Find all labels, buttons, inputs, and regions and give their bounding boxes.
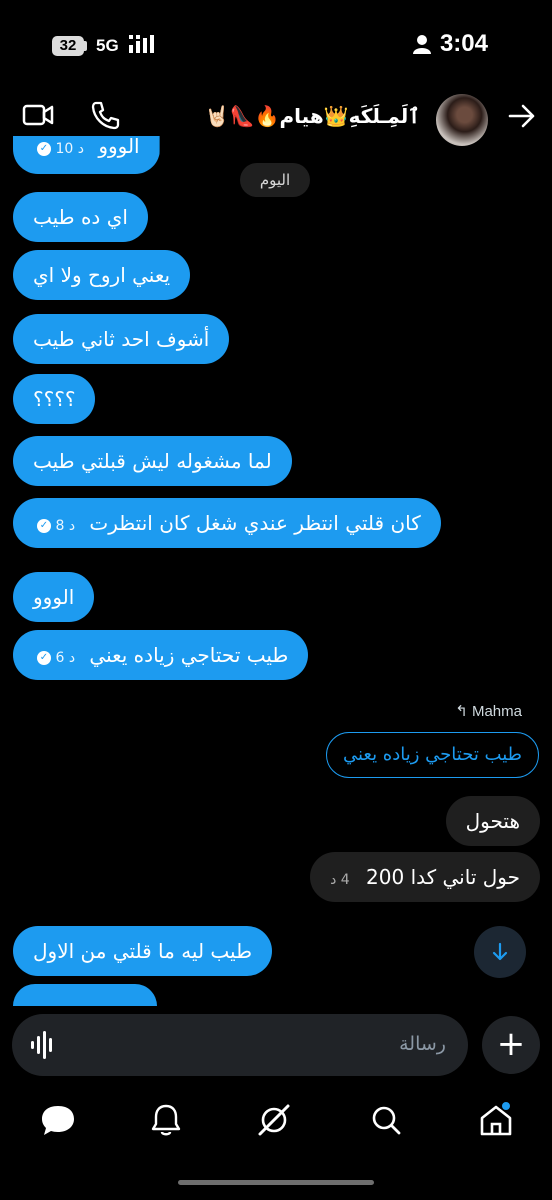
message-bubble[interactable]: كان قلتي انتظر عندي شغل كان انتظرت ✓ 8 د (13, 498, 441, 548)
message-time: ✓ 8 د (33, 518, 75, 534)
message-bubble-partial[interactable] (13, 984, 157, 1006)
message-text: الووو (98, 134, 140, 158)
message-bubble[interactable]: الووو (13, 572, 95, 622)
plus-icon: + (496, 1024, 526, 1064)
scroll-down-icon (492, 942, 508, 961)
message-bubble[interactable]: أشوف احد ثاني طيب (13, 314, 230, 364)
bell-icon[interactable] (146, 1100, 186, 1140)
received-message-bubble[interactable]: هتحول (445, 796, 540, 846)
message-text: لما مشغوله ليش قبلتي طيب (33, 449, 272, 473)
messages-icon[interactable] (38, 1100, 78, 1140)
message-bubble[interactable]: ؟؟؟؟ (13, 374, 96, 424)
quoted-message[interactable]: طيب تحتاجي زياده يعني (325, 732, 539, 778)
message-text: أشوف احد ثاني طيب (33, 327, 210, 351)
mic-wave-icon[interactable] (30, 1030, 56, 1060)
message-time: ✓ 10 د (33, 141, 84, 157)
message-text: الووو (33, 585, 75, 609)
message-text: كان قلتي انتظر عندي شغل كان انتظرت (89, 511, 421, 535)
message-text: حول تاني كدا 200 (366, 865, 520, 889)
message-bubble[interactable]: يعني اروح ولا اي (13, 250, 191, 300)
network-label: 5G (96, 35, 157, 56)
network-type: 5G (96, 36, 119, 55)
home-icon[interactable] (476, 1100, 516, 1140)
scroll-down-button[interactable] (474, 926, 526, 978)
message-text: يعني اروح ولا اي (33, 263, 171, 287)
message-text: هتحول (465, 809, 520, 833)
clock: 3:04 (439, 30, 488, 57)
message-text: طيب ليه ما قلتي من الاول (33, 939, 253, 963)
battery-tip (84, 41, 87, 51)
message-text: طيب تحتاجي زياده يعني (89, 643, 289, 667)
reply-label: ↰ Mahma (455, 703, 522, 720)
conversation-title[interactable]: ٱلَمِـلَكَهِ👑هيام🔥👠🤘🏻 (205, 104, 420, 128)
avatar[interactable] (436, 94, 488, 146)
message-bubble[interactable]: طيب تحتاجي زياده يعني ✓ 6 د (13, 630, 309, 680)
message-bubble[interactable]: اي ده طيب (13, 192, 148, 242)
message-bubble[interactable]: لما مشغوله ليش قبلتي طيب (13, 436, 292, 486)
grok-icon[interactable] (254, 1100, 294, 1140)
person-icon (413, 35, 431, 54)
back-arrow-icon[interactable] (508, 103, 536, 129)
message-text: اي ده طيب (33, 205, 128, 229)
message-time: ✓ 6 د (33, 650, 75, 666)
video-icon[interactable] (22, 102, 54, 128)
phone-icon[interactable] (90, 100, 120, 130)
message-text: ؟؟؟؟ (33, 387, 76, 411)
date-divider: اليوم (240, 163, 310, 197)
battery-indicator: 32 (52, 36, 84, 56)
read-check-icon: ✓ (37, 142, 51, 156)
reply-icon: ↰ (455, 703, 468, 720)
received-message-bubble[interactable]: حول تاني كدا 200 4 د (310, 852, 540, 902)
read-check-icon: ✓ (37, 519, 51, 533)
message-bubble[interactable]: طيب ليه ما قلتي من الاول (13, 926, 273, 976)
message-time: 4 د (330, 872, 350, 888)
search-icon[interactable] (366, 1100, 406, 1140)
plus-button[interactable]: + (482, 1016, 540, 1074)
message-input[interactable]: رسالة (399, 1033, 446, 1055)
read-check-icon: ✓ (37, 651, 51, 665)
home-indicator (178, 1180, 374, 1185)
signal-icon (129, 35, 155, 53)
